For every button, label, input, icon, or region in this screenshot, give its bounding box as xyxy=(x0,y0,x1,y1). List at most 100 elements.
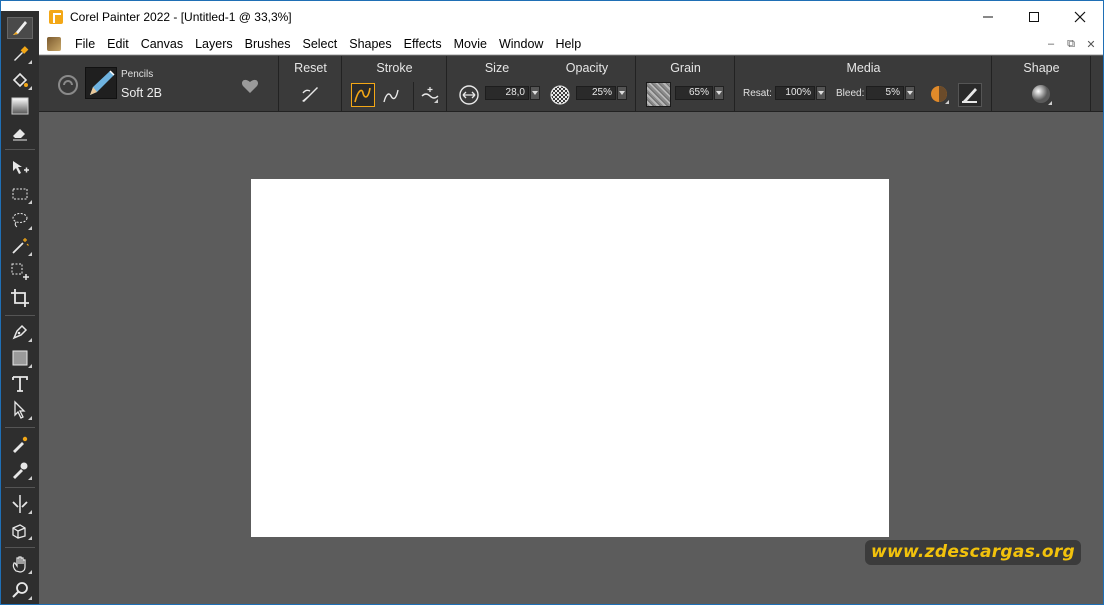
brush-preview-thumbnail[interactable] xyxy=(85,67,117,99)
pencil-icon xyxy=(90,70,115,95)
dirty-mode-button[interactable] xyxy=(958,83,982,107)
opacity-dropdown[interactable] xyxy=(617,86,627,100)
rectangle-shape-tool[interactable] xyxy=(7,347,33,369)
media-section: Media Resat: 100% Bleed: 5% xyxy=(736,56,992,112)
paper-texture-swatch[interactable] xyxy=(646,82,671,107)
lasso-icon xyxy=(12,213,28,228)
freehand-stroke-icon xyxy=(354,87,371,103)
eraser-tool[interactable] xyxy=(7,121,33,143)
transform-tool[interactable] xyxy=(7,157,33,179)
brush-tool[interactable] xyxy=(7,17,33,39)
magic-wand-tool[interactable] xyxy=(7,235,33,257)
pen-tool[interactable] xyxy=(7,321,33,343)
menu-help[interactable]: Help xyxy=(549,33,587,55)
freehand-stroke-button[interactable] xyxy=(351,83,375,107)
app-logo-icon xyxy=(49,10,63,24)
opacity-input[interactable]: 25% xyxy=(576,86,616,100)
lasso-tool[interactable] xyxy=(7,209,33,231)
transform-icon xyxy=(13,161,29,174)
minimize-icon xyxy=(983,16,993,18)
document-menu-icon[interactable] xyxy=(47,36,61,51)
reset-brush-button[interactable] xyxy=(300,84,320,109)
shape-label: Shape xyxy=(1023,61,1060,75)
line-stroke-icon xyxy=(383,89,399,103)
bleed-label: Bleed: xyxy=(836,88,865,99)
menu-effects[interactable]: Effects xyxy=(398,33,448,55)
menu-window[interactable]: Window xyxy=(493,33,549,55)
maximize-icon xyxy=(1029,12,1039,22)
gradient-swatch-icon xyxy=(11,97,29,115)
straight-line-stroke-button[interactable] xyxy=(381,84,403,111)
menu-movie[interactable]: Movie xyxy=(448,33,493,55)
reset-section: Reset xyxy=(280,56,342,112)
paint-bucket-icon xyxy=(12,72,28,88)
magnifier-tool[interactable] xyxy=(7,579,33,601)
minimize-button[interactable] xyxy=(965,1,1011,33)
grabber-tool[interactable] xyxy=(7,553,33,575)
resat-label: Resat: xyxy=(743,88,772,99)
magnifier-icon xyxy=(12,582,28,598)
maximize-button[interactable] xyxy=(1011,1,1057,33)
document-canvas[interactable] xyxy=(251,179,889,537)
bleed-input[interactable]: 5% xyxy=(866,86,904,100)
crop-tool[interactable] xyxy=(7,287,33,309)
grain-input[interactable]: 65% xyxy=(675,86,713,100)
eraser-icon xyxy=(13,129,27,141)
document-window-controls: – ⧉ ✕ xyxy=(1041,33,1101,55)
doc-restore-icon[interactable]: ⧉ xyxy=(1061,38,1081,51)
menu-bar: File Edit Canvas Layers Brushes Select S… xyxy=(39,33,1103,55)
perspective-guide-tool[interactable] xyxy=(7,519,33,541)
doc-close-icon[interactable]: ✕ xyxy=(1081,38,1101,51)
resat-input[interactable]: 100% xyxy=(775,86,815,100)
brush-library-icon[interactable] xyxy=(55,72,81,103)
cloner-tool[interactable] xyxy=(7,433,33,455)
stroke-attributes-button[interactable] xyxy=(419,84,441,111)
mirror-tool[interactable] xyxy=(7,493,33,515)
bleed-dropdown[interactable] xyxy=(905,86,915,100)
window-controls xyxy=(965,1,1103,33)
menu-shapes[interactable]: Shapes xyxy=(343,33,397,55)
size-dropdown[interactable] xyxy=(530,86,540,100)
selection-adjuster-icon xyxy=(11,263,29,280)
menu-file[interactable]: File xyxy=(69,33,101,55)
menu-canvas[interactable]: Canvas xyxy=(135,33,189,55)
opacity-icon[interactable] xyxy=(549,84,571,111)
window-title: Corel Painter 2022 - [Untitled-1 @ 33,3%… xyxy=(70,10,292,24)
multicolor-icon xyxy=(931,86,949,104)
size-input[interactable]: 28,0 xyxy=(485,86,529,100)
brush-icon xyxy=(13,21,27,35)
menu-edit[interactable]: Edit xyxy=(101,33,135,55)
text-icon xyxy=(12,376,28,392)
resat-dropdown[interactable] xyxy=(816,86,826,100)
rect-select-icon xyxy=(12,188,28,200)
menu-select[interactable]: Select xyxy=(296,33,343,55)
shape-selection-tool[interactable] xyxy=(7,399,33,421)
favorite-heart-icon[interactable] xyxy=(241,78,259,99)
dab-shape-icon xyxy=(1032,85,1052,105)
grain-section: Grain 65% xyxy=(637,56,735,112)
crop-icon xyxy=(11,289,29,307)
mirror-icon xyxy=(12,495,28,513)
watermark-text: www.zdescargas.org xyxy=(865,540,1081,565)
dropper-tool[interactable] xyxy=(7,43,33,65)
text-tool[interactable] xyxy=(7,373,33,395)
gradient-tool[interactable] xyxy=(7,95,33,117)
brush-size-icon[interactable] xyxy=(458,84,480,111)
rubber-stamp-tool[interactable] xyxy=(7,459,33,481)
title-bar: Corel Painter 2022 - [Untitled-1 @ 33,3%… xyxy=(1,1,1103,33)
rect-select-tool[interactable] xyxy=(7,183,33,205)
brush-selector-section: Pencils Soft 2B xyxy=(39,56,279,112)
magic-wand-icon xyxy=(12,238,29,254)
doc-minimize-icon[interactable]: – xyxy=(1041,38,1061,50)
stroke-attributes-icon xyxy=(421,87,439,103)
close-button[interactable] xyxy=(1057,1,1103,33)
menu-layers[interactable]: Layers xyxy=(189,33,239,55)
multicolor-button[interactable] xyxy=(929,84,951,111)
dab-shape-button[interactable] xyxy=(1030,83,1054,112)
brush-category-label: Pencils xyxy=(121,69,154,80)
paint-bucket-tool[interactable] xyxy=(7,69,33,91)
grain-dropdown[interactable] xyxy=(714,86,724,100)
selection-adjuster-tool[interactable] xyxy=(7,261,33,283)
dropper-icon xyxy=(14,46,29,61)
menu-brushes[interactable]: Brushes xyxy=(239,33,297,55)
